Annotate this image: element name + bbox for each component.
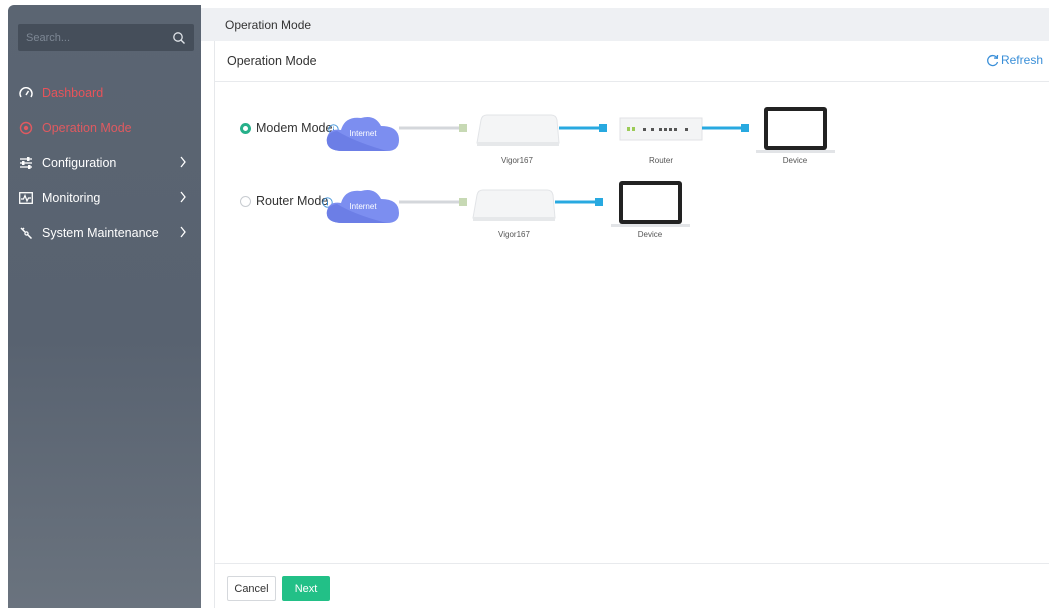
sidebar-item-dashboard[interactable]: Dashboard <box>8 75 201 110</box>
cloud-label: Internet <box>349 129 377 138</box>
device-label: Device <box>637 230 663 239</box>
sidebar-item-monitoring[interactable]: Monitoring <box>8 180 201 215</box>
cancel-button[interactable]: Cancel <box>227 576 276 601</box>
sidebar-item-label: Monitoring <box>42 190 101 205</box>
chevron-right-icon <box>180 191 186 203</box>
cloud-label: Internet <box>349 202 377 211</box>
router-icon <box>619 117 703 141</box>
sidebar-item-label: Dashboard <box>42 85 104 100</box>
laptop-icon <box>611 181 690 227</box>
sidebar-item-label: Configuration <box>42 155 117 170</box>
ethernet-plug-icon <box>599 124 607 132</box>
device-label: Router <box>648 156 673 165</box>
sidebar-nav: Dashboard Operation Mode Configuration M… <box>8 75 201 250</box>
laptop-icon <box>756 107 835 153</box>
cloud-icon: Internet <box>326 117 399 151</box>
ethernet-plug-icon <box>741 124 749 132</box>
chevron-right-icon <box>180 156 186 168</box>
panel-footer: Cancel Next <box>215 563 1049 608</box>
configuration-icon <box>18 155 34 171</box>
next-button[interactable]: Next <box>282 576 330 601</box>
dashboard-icon <box>18 85 34 101</box>
ethernet-plug-icon <box>595 198 603 206</box>
sidebar-item-label: System Maintenance <box>42 225 159 240</box>
sidebar-item-configuration[interactable]: Configuration <box>8 145 201 180</box>
breadcrumb: Operation Mode <box>201 8 1049 41</box>
refresh-button[interactable]: Refresh <box>986 53 1043 67</box>
monitoring-icon <box>18 190 34 206</box>
sidebar-item-system-maintenance[interactable]: System Maintenance <box>8 215 201 250</box>
vigor167-modem-icon <box>472 189 556 221</box>
cloud-icon: Internet <box>326 190 399 223</box>
ethernet-plug-icon <box>459 198 467 206</box>
sidebar-item-operation-mode[interactable]: Operation Mode <box>8 110 201 145</box>
sidebar: Dashboard Operation Mode <box>8 5 201 608</box>
device-label: Vigor167 <box>498 230 530 239</box>
panel-title: Operation Mode <box>227 54 317 68</box>
operation-mode-icon <box>18 120 34 136</box>
vigor167-modem-icon <box>476 114 560 146</box>
chevron-right-icon <box>180 226 186 238</box>
panel-header: Operation Mode Refresh <box>215 41 1049 82</box>
device-label: Vigor167 <box>501 156 533 165</box>
search-input[interactable] <box>26 31 172 44</box>
refresh-icon <box>987 54 999 66</box>
ethernet-plug-icon <box>459 124 467 132</box>
search-box <box>18 24 194 51</box>
device-label: Device <box>782 156 808 165</box>
refresh-label: Refresh <box>1000 53 1043 67</box>
sidebar-item-label: Operation Mode <box>42 120 132 135</box>
main-panel: Operation Mode Refresh Modem Mode Intern… <box>214 41 1049 608</box>
page-title: Operation Mode <box>225 17 312 32</box>
system-maintenance-icon <box>18 225 34 241</box>
search-icon[interactable] <box>172 31 186 45</box>
